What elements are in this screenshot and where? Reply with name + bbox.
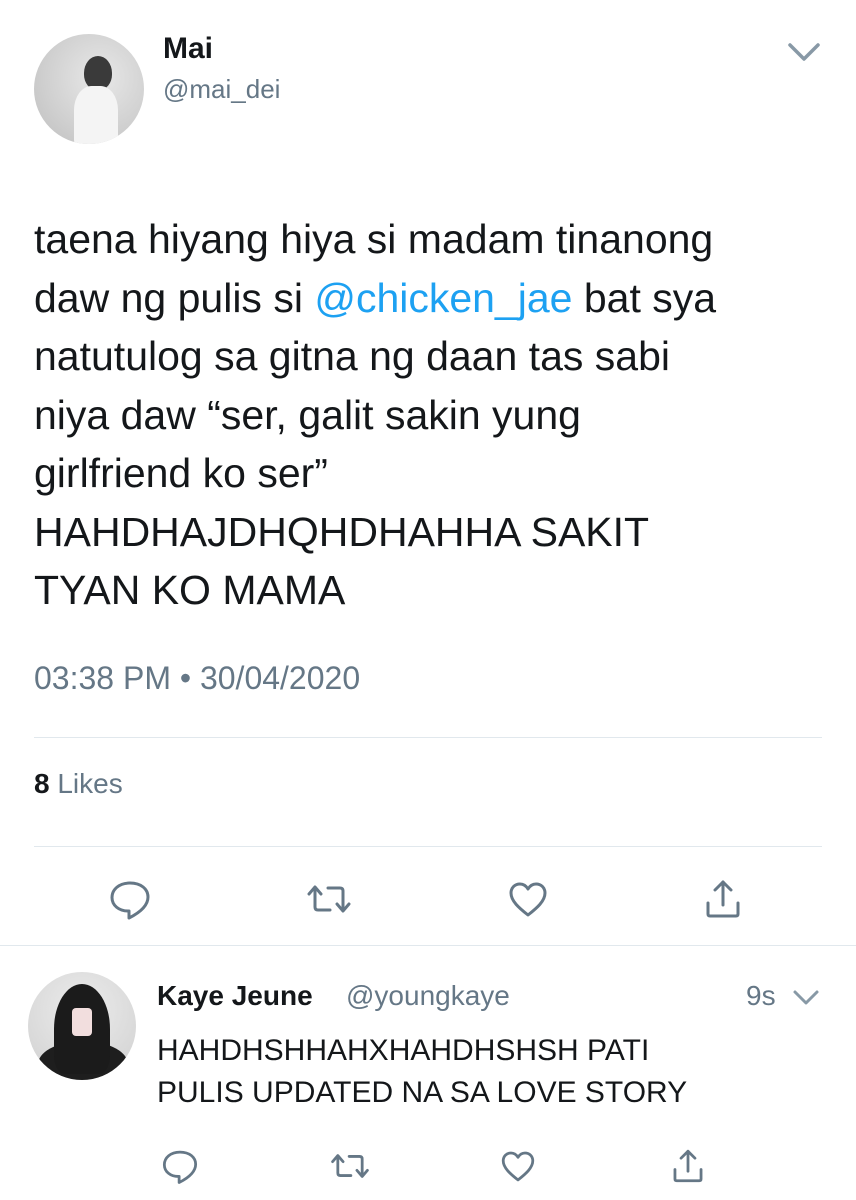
retweet-icon[interactable]: [330, 1146, 370, 1186]
likes-count: 8: [34, 768, 50, 799]
avatar-figure-head: [84, 56, 112, 90]
reply-icon[interactable]: [160, 1146, 200, 1186]
mention-link[interactable]: @chicken_jae: [314, 275, 572, 321]
divider: [34, 737, 822, 738]
tweet-text-line: TYAN KO MAMA: [34, 567, 346, 613]
reply-author-display-name[interactable]: Kaye Jeune: [157, 980, 313, 1012]
like-icon[interactable]: [498, 1146, 538, 1186]
reply-text: HAHDHSHHAHXHAHDHSHSH PATI PULIS UPDATED …: [157, 1030, 837, 1114]
reply-timestamp[interactable]: 9s: [746, 980, 776, 1012]
tweet-text-line: niya daw “ser, galit sakin yung: [34, 391, 581, 438]
share-icon[interactable]: [700, 876, 746, 922]
retweet-icon[interactable]: [306, 876, 352, 922]
divider: [34, 846, 822, 847]
divider: [0, 945, 856, 946]
tweet-text-line: natutulog sa gitna ng daan tas sabi: [34, 333, 670, 379]
tweet-timestamp[interactable]: 03:38 PM • 30/04/2020: [34, 660, 360, 697]
author-display-name[interactable]: Mai: [163, 32, 213, 66]
chevron-down-icon[interactable]: [786, 40, 822, 64]
like-icon[interactable]: [505, 876, 551, 922]
reply-icon[interactable]: [107, 876, 153, 922]
tweet-text: taena hiyang hiya si madam tinanong daw …: [34, 210, 834, 620]
author-handle[interactable]: @mai_dei: [163, 74, 280, 105]
avatar-figure-body: [74, 86, 118, 144]
tweet-text-line: daw ng pulis si @chicken_jae bat sya: [34, 274, 717, 321]
reply-text-line: PULIS UPDATED NA SA LOVE STORY: [157, 1076, 688, 1109]
reply-author-handle[interactable]: @youngkaye: [346, 980, 510, 1012]
author-avatar[interactable]: [34, 34, 144, 144]
likes-label: Likes: [57, 768, 123, 799]
likes-stat[interactable]: 8 Likes: [34, 768, 123, 800]
share-icon[interactable]: [668, 1146, 708, 1186]
chevron-down-icon[interactable]: [792, 988, 820, 1008]
reply-text-line: HAHDHSHHAHXHAHDHSHSH PATI: [157, 1034, 650, 1067]
tweet-text-line: HAHDHAJDHQHDHAHHA SAKIT: [34, 508, 650, 555]
tweet-text-line: taena hiyang hiya si madam tinanong: [34, 216, 714, 262]
avatar-figure-phone: [72, 1008, 92, 1036]
reply-author-avatar[interactable]: [28, 972, 136, 1080]
tweet-text-line: girlfriend ko ser”: [34, 450, 328, 496]
